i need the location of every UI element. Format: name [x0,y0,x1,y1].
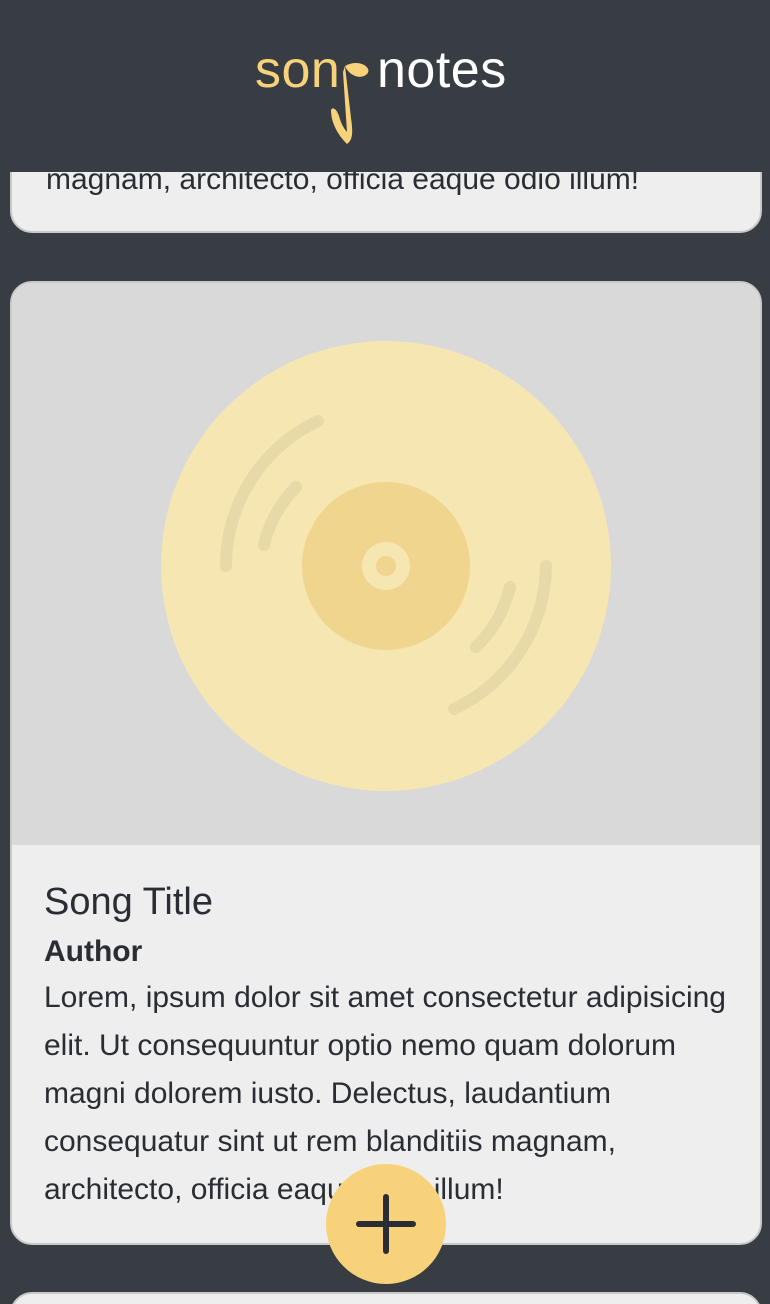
song-cover [12,283,760,845]
add-song-button[interactable] [326,1164,446,1284]
music-note-icon [331,63,369,144]
song-card-next[interactable] [10,1292,762,1304]
song-author: Author [44,935,143,968]
song-card[interactable]: Song Title Author Lorem, ipsum dolor sit… [10,281,762,1245]
app-viewport: magnam, architecto, officia eaque odio i… [0,0,770,1304]
song-title: Song Title [44,881,213,923]
plus-icon [356,1194,416,1254]
vinyl-record-icon [161,341,611,791]
logo-text-notes: notes [377,41,507,99]
app-header: son notes [0,0,770,172]
